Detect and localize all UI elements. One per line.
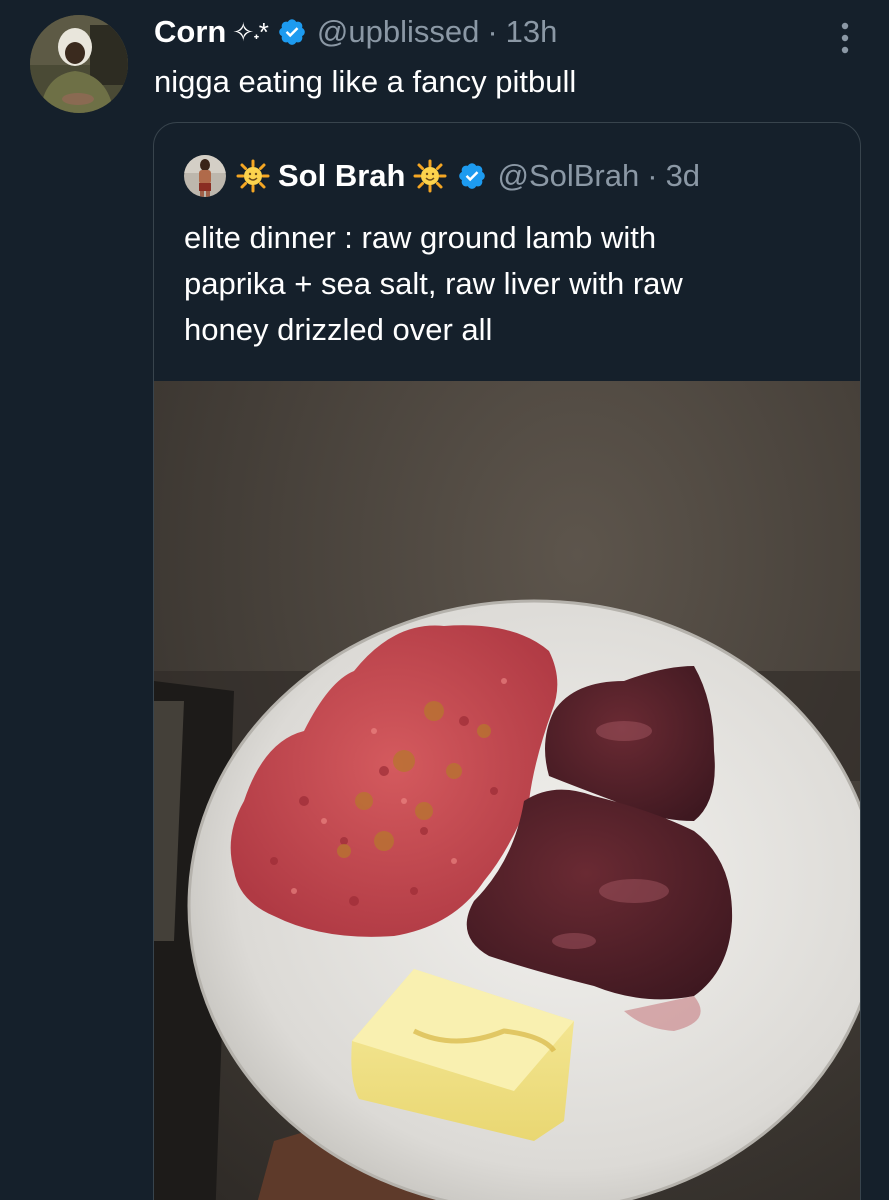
more-options-icon[interactable] — [837, 18, 853, 58]
verified-badge-icon — [277, 17, 307, 47]
quoted-author-handle[interactable]: @SolBrah — [497, 158, 639, 194]
author-name[interactable]: Corn — [154, 14, 226, 50]
author-avatar[interactable] — [30, 15, 128, 113]
tweet-text: nigga eating like a fancy pitbull — [154, 64, 577, 99]
tweet-time[interactable]: 13h — [506, 14, 558, 50]
sun-emoji-icon — [413, 159, 447, 193]
sun-emoji-icon — [236, 159, 270, 193]
author-avatar-image — [30, 15, 128, 113]
quoted-tweet-text-line: elite dinner : raw ground lamb with — [184, 220, 657, 255]
quoted-tweet-header: Sol Brah @SolBrah · 3d — [184, 153, 700, 199]
quoted-author-avatar[interactable] — [184, 155, 226, 197]
author-name-emoji: ✧˖* — [232, 16, 269, 47]
quoted-tweet-text: elite dinner : raw ground lamb with papr… — [184, 215, 844, 353]
page: Corn ✧˖* @upblissed · 13h nigga eating l… — [0, 0, 889, 1200]
quoted-tweet-text-line: honey drizzled over all — [184, 312, 493, 347]
tweet-header: Corn ✧˖* @upblissed · 13h — [154, 10, 557, 54]
separator-dot: · — [487, 14, 498, 49]
quoted-tweet-photo[interactable] — [154, 381, 860, 1200]
quoted-tweet[interactable]: Sol Brah @SolBrah · 3d elite dinner: ra… — [153, 122, 861, 1200]
tweet[interactable]: Corn ✧˖* @upblissed · 13h nigga eating l… — [0, 0, 889, 1200]
food-plate-photo — [154, 381, 860, 1200]
verified-badge-icon — [457, 161, 487, 191]
separator-dot: · — [647, 158, 658, 193]
author-handle[interactable]: @upblissed — [317, 14, 479, 50]
quoted-tweet-time[interactable]: 3d — [666, 158, 700, 194]
quoted-author-name[interactable]: Sol Brah — [278, 158, 405, 194]
quoted-tweet-text-line: paprika + sea salt, raw liver with raw — [184, 266, 683, 301]
